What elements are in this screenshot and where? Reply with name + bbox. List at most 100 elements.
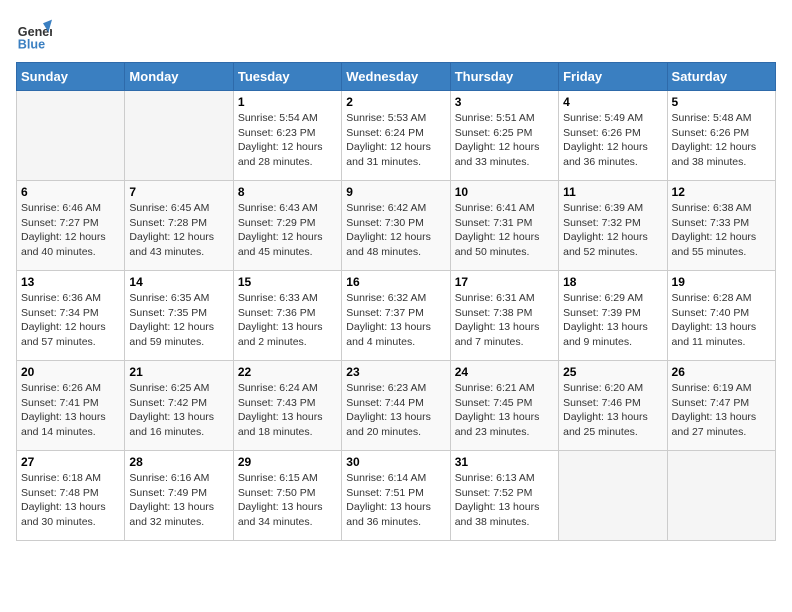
day-number: 7 [129,185,228,199]
calendar-cell: 11Sunrise: 6:39 AM Sunset: 7:32 PM Dayli… [559,181,667,271]
day-info: Sunrise: 6:41 AM Sunset: 7:31 PM Dayligh… [455,201,554,260]
day-number: 21 [129,365,228,379]
day-number: 16 [346,275,445,289]
day-number: 13 [21,275,120,289]
day-number: 18 [563,275,662,289]
day-number: 20 [21,365,120,379]
day-info: Sunrise: 6:20 AM Sunset: 7:46 PM Dayligh… [563,381,662,440]
day-number: 12 [672,185,771,199]
day-info: Sunrise: 6:33 AM Sunset: 7:36 PM Dayligh… [238,291,337,350]
day-number: 27 [21,455,120,469]
day-info: Sunrise: 6:21 AM Sunset: 7:45 PM Dayligh… [455,381,554,440]
day-info: Sunrise: 6:42 AM Sunset: 7:30 PM Dayligh… [346,201,445,260]
day-number: 9 [346,185,445,199]
calendar-week-2: 6Sunrise: 6:46 AM Sunset: 7:27 PM Daylig… [17,181,776,271]
page-header: General Blue [16,16,776,52]
calendar-cell: 2 Sunrise: 5:53 AM Sunset: 6:24 PM Daylig… [342,91,450,181]
calendar-cell: 13 Sunrise: 6:36 AM Sunset: 7:34 PM Dayli… [17,271,125,361]
day-number: 10 [455,185,554,199]
calendar-cell: 16 Sunrise: 6:32 AM Sunset: 7:37 PM Dayli… [342,271,450,361]
day-info: Sunrise: 5:49 AM Sunset: 6:26 PM Dayligh… [563,111,662,170]
svg-text:Blue: Blue [18,37,45,51]
calendar-cell: 17 Sunrise: 6:31 AM Sunset: 7:38 PM Dayli… [450,271,558,361]
day-number: 8 [238,185,337,199]
day-info: Sunrise: 6:16 AM Sunset: 7:49 PM Dayligh… [129,471,228,530]
calendar-cell: 7Sunrise: 6:45 AM Sunset: 7:28 PM Daylig… [125,181,233,271]
day-info: Sunrise: 5:51 AM Sunset: 6:25 PM Dayligh… [455,111,554,170]
day-number: 22 [238,365,337,379]
day-info: Sunrise: 6:18 AM Sunset: 7:48 PM Dayligh… [21,471,120,530]
calendar-cell: 1Sunrise: 5:54 AM Sunset: 6:23 PM Daylig… [233,91,341,181]
calendar-cell: 24 Sunrise: 6:21 AM Sunset: 7:45 PM Dayli… [450,361,558,451]
calendar-cell: 19 Sunrise: 6:28 AM Sunset: 7:40 PM Dayli… [667,271,775,361]
calendar-cell: 4 Sunrise: 5:49 AM Sunset: 6:26 PM Daylig… [559,91,667,181]
day-number: 15 [238,275,337,289]
calendar-cell: 9 Sunrise: 6:42 AM Sunset: 7:30 PM Daylig… [342,181,450,271]
day-info: Sunrise: 6:43 AM Sunset: 7:29 PM Dayligh… [238,201,337,260]
day-info: Sunrise: 6:29 AM Sunset: 7:39 PM Dayligh… [563,291,662,350]
calendar-cell: 22 Sunrise: 6:24 AM Sunset: 7:43 PM Dayli… [233,361,341,451]
calendar-cell: 28Sunrise: 6:16 AM Sunset: 7:49 PM Dayli… [125,451,233,541]
day-number: 5 [672,95,771,109]
column-header-monday: Monday [125,63,233,91]
calendar-cell: 27 Sunrise: 6:18 AM Sunset: 7:48 PM Dayli… [17,451,125,541]
day-number: 4 [563,95,662,109]
day-info: Sunrise: 6:36 AM Sunset: 7:34 PM Dayligh… [21,291,120,350]
calendar-cell [559,451,667,541]
calendar-cell: 15 Sunrise: 6:33 AM Sunset: 7:36 PM Dayli… [233,271,341,361]
column-header-sunday: Sunday [17,63,125,91]
day-info: Sunrise: 6:32 AM Sunset: 7:37 PM Dayligh… [346,291,445,350]
calendar-cell: 30Sunrise: 6:14 AM Sunset: 7:51 PM Dayli… [342,451,450,541]
calendar-week-1: 1Sunrise: 5:54 AM Sunset: 6:23 PM Daylig… [17,91,776,181]
day-info: Sunrise: 6:23 AM Sunset: 7:44 PM Dayligh… [346,381,445,440]
calendar-cell: 5 Sunrise: 5:48 AM Sunset: 6:26 PM Daylig… [667,91,775,181]
calendar-table: SundayMondayTuesdayWednesdayThursdayFrid… [16,62,776,541]
calendar-cell: 3 Sunrise: 5:51 AM Sunset: 6:25 PM Daylig… [450,91,558,181]
day-info: Sunrise: 6:19 AM Sunset: 7:47 PM Dayligh… [672,381,771,440]
day-info: Sunrise: 6:31 AM Sunset: 7:38 PM Dayligh… [455,291,554,350]
day-info: Sunrise: 5:53 AM Sunset: 6:24 PM Dayligh… [346,111,445,170]
column-header-thursday: Thursday [450,63,558,91]
day-info: Sunrise: 6:26 AM Sunset: 7:41 PM Dayligh… [21,381,120,440]
calendar-cell: 25 Sunrise: 6:20 AM Sunset: 7:46 PM Dayli… [559,361,667,451]
calendar-week-4: 20 Sunrise: 6:26 AM Sunset: 7:41 PM Dayli… [17,361,776,451]
day-number: 30 [346,455,445,469]
calendar-cell: 18 Sunrise: 6:29 AM Sunset: 7:39 PM Dayli… [559,271,667,361]
calendar-cell: 10 Sunrise: 6:41 AM Sunset: 7:31 PM Dayli… [450,181,558,271]
day-info: Sunrise: 6:13 AM Sunset: 7:52 PM Dayligh… [455,471,554,530]
calendar-cell: 23Sunrise: 6:23 AM Sunset: 7:44 PM Dayli… [342,361,450,451]
calendar-header-row: SundayMondayTuesdayWednesdayThursdayFrid… [17,63,776,91]
day-info: Sunrise: 6:24 AM Sunset: 7:43 PM Dayligh… [238,381,337,440]
column-header-wednesday: Wednesday [342,63,450,91]
day-number: 3 [455,95,554,109]
day-number: 25 [563,365,662,379]
day-info: Sunrise: 6:28 AM Sunset: 7:40 PM Dayligh… [672,291,771,350]
day-number: 2 [346,95,445,109]
calendar-cell: 26Sunrise: 6:19 AM Sunset: 7:47 PM Dayli… [667,361,775,451]
calendar-cell: 31 Sunrise: 6:13 AM Sunset: 7:52 PM Dayli… [450,451,558,541]
logo: General Blue [16,16,52,52]
day-info: Sunrise: 5:48 AM Sunset: 6:26 PM Dayligh… [672,111,771,170]
calendar-cell [17,91,125,181]
day-number: 14 [129,275,228,289]
day-info: Sunrise: 6:15 AM Sunset: 7:50 PM Dayligh… [238,471,337,530]
day-number: 17 [455,275,554,289]
day-info: Sunrise: 6:25 AM Sunset: 7:42 PM Dayligh… [129,381,228,440]
day-info: Sunrise: 6:38 AM Sunset: 7:33 PM Dayligh… [672,201,771,260]
day-number: 19 [672,275,771,289]
calendar-cell: 12 Sunrise: 6:38 AM Sunset: 7:33 PM Dayli… [667,181,775,271]
day-info: Sunrise: 6:35 AM Sunset: 7:35 PM Dayligh… [129,291,228,350]
calendar-cell: 14 Sunrise: 6:35 AM Sunset: 7:35 PM Dayli… [125,271,233,361]
column-header-saturday: Saturday [667,63,775,91]
calendar-body: 1Sunrise: 5:54 AM Sunset: 6:23 PM Daylig… [17,91,776,541]
day-info: Sunrise: 5:54 AM Sunset: 6:23 PM Dayligh… [238,111,337,170]
day-number: 31 [455,455,554,469]
day-number: 29 [238,455,337,469]
calendar-cell: 6Sunrise: 6:46 AM Sunset: 7:27 PM Daylig… [17,181,125,271]
calendar-cell [667,451,775,541]
calendar-week-3: 13 Sunrise: 6:36 AM Sunset: 7:34 PM Dayli… [17,271,776,361]
day-number: 24 [455,365,554,379]
day-info: Sunrise: 6:46 AM Sunset: 7:27 PM Dayligh… [21,201,120,260]
logo-icon: General Blue [16,16,52,52]
calendar-week-5: 27 Sunrise: 6:18 AM Sunset: 7:48 PM Dayli… [17,451,776,541]
